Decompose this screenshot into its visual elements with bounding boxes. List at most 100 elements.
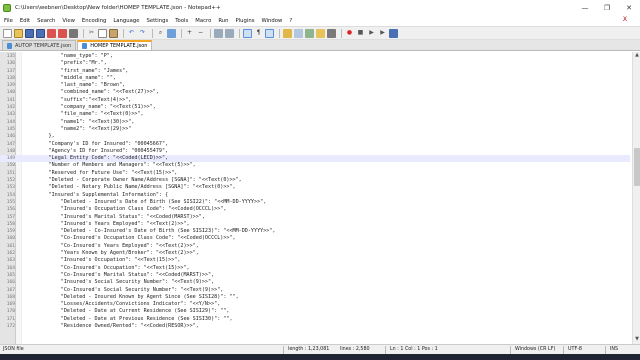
code-text[interactable]: "prefix":"Mr.", — [24, 60, 107, 67]
code-text[interactable]: "Deleted - Corporate Owner Name/Address … — [24, 177, 242, 184]
code-line[interactable]: 144 "name1": "<<Text(30)>>", — [0, 119, 630, 126]
code-line[interactable]: 147 "Company's ID for Insured": "0004566… — [0, 141, 630, 148]
code-line[interactable]: 150 "Number of Members and Managers": "<… — [0, 162, 630, 169]
zoom-out-icon[interactable]: − — [196, 29, 205, 38]
code-line[interactable]: 167 "Co-Insured's Social Security Number… — [0, 287, 630, 294]
code-line[interactable]: 168 "Deleted - Insured Known by Agent Si… — [0, 294, 630, 301]
lang-icon[interactable] — [283, 28, 292, 38]
sync-v-icon[interactable] — [214, 28, 223, 38]
code-text[interactable]: "Deleted - Co-Insured's Date of Birth (S… — [24, 228, 276, 235]
play-icon[interactable]: ▶ — [367, 29, 376, 38]
code-line[interactable]: 171 "Deleted - Date at Previous Residenc… — [0, 316, 630, 323]
code-line[interactable]: 146 }, — [0, 133, 630, 140]
code-line[interactable]: 169 "Losses/Accidents/Convictions Indica… — [0, 301, 630, 308]
code-text[interactable]: "last_name": "Brown", — [24, 82, 125, 89]
code-line[interactable]: 172 "Residence Owned/Rented": "<<Coded(R… — [0, 323, 630, 330]
find-icon[interactable]: ⌕ — [156, 29, 165, 38]
code-text[interactable]: "Agency's ID for Insured": "000455479", — [24, 148, 169, 155]
code-line[interactable]: 155 "Deleted - Insured's Date of Birth (… — [0, 199, 630, 206]
code-line[interactable]: 170 "Deleted - Date at Current Residence… — [0, 308, 630, 315]
replace-icon[interactable] — [167, 28, 176, 38]
all-chars-icon[interactable]: ¶ — [254, 29, 263, 38]
undo-icon[interactable]: ↶ — [127, 29, 136, 38]
code-text[interactable]: "Company's ID for Insured": "00045667", — [24, 141, 169, 148]
code-line[interactable]: 142 "company_name": "<<Text(51)>>", — [0, 104, 630, 111]
menu-search[interactable]: Search — [37, 18, 55, 24]
code-text[interactable]: "Deleted - Date at Current Residence (Se… — [24, 308, 230, 315]
code-text[interactable]: "Legal Entity Code": "<<Coded(LECD)>>", — [24, 155, 169, 162]
code-text[interactable]: }, — [24, 133, 55, 140]
redo-icon[interactable]: ↷ — [138, 29, 147, 38]
code-line[interactable]: 166 "Insured's Social Security Number": … — [0, 279, 630, 286]
code-text[interactable]: "Insured's Occupation Class Code": "<<Co… — [24, 206, 227, 213]
code-text[interactable]: "Number of Members and Managers": "<<Tex… — [24, 162, 196, 169]
code-line[interactable]: 164 "Co-Insured's Occupation": "<<Text(1… — [0, 265, 630, 272]
tab-homep-template[interactable]: HOMEP TEMPLATE.json — [77, 40, 153, 50]
code-line[interactable]: 163 "Insured's Occupation": "<<Text(15)>… — [0, 257, 630, 264]
menu-run[interactable]: Run — [218, 18, 228, 24]
code-text[interactable]: "Co-Insured's Occupation Class Code": "<… — [24, 235, 236, 242]
code-text[interactable]: "Co-Insured's Social Security Number": "… — [24, 287, 224, 294]
copy-icon[interactable] — [98, 28, 107, 38]
code-line[interactable]: 152 "Deleted - Corporate Owner Name/Addr… — [0, 177, 630, 184]
close-icon[interactable] — [47, 28, 56, 38]
code-text[interactable]: "Deleted - Notary Public Name/Address [S… — [24, 184, 236, 191]
maximize-button[interactable]: ❐ — [596, 0, 618, 15]
indent-guide-icon[interactable] — [265, 28, 274, 38]
code-line[interactable]: 140 "combined_name": "<<Text(27)>>", — [0, 89, 630, 96]
print-icon[interactable] — [69, 28, 78, 38]
editor-pane[interactable]: 135 "name_type": "P", 136 "prefix":"Mr.",… — [0, 52, 640, 344]
close-window-button[interactable]: ✕ — [618, 0, 640, 15]
save-all-icon[interactable] — [36, 28, 45, 38]
code-line[interactable]: 143 "file_name": "<<Text(0)>>", — [0, 111, 630, 118]
menu-settings[interactable]: Settings — [146, 18, 168, 24]
close-doc-button[interactable]: X — [623, 16, 627, 23]
monitor-icon[interactable] — [327, 28, 336, 38]
code-text[interactable]: "Insured's Marital Status": "<<Coded(MAR… — [24, 214, 205, 221]
code-text[interactable]: "Reserved for Future Use": "<<Text(15)>>… — [24, 170, 178, 177]
code-text[interactable]: "Insured's Supplemental Information": { — [24, 192, 169, 199]
menu-file[interactable]: File — [4, 18, 13, 24]
record-icon[interactable]: ● — [345, 29, 354, 38]
code-text[interactable]: "Co-Insured's Occupation": "<<Text(15)>>… — [24, 265, 190, 272]
code-text[interactable]: "Years Known by Agent/Broker": "<<Text(2… — [24, 250, 199, 257]
doc-map-icon[interactable] — [294, 28, 303, 38]
word-wrap-icon[interactable] — [243, 28, 252, 38]
vertical-scrollbar[interactable]: ▲ ▼ — [632, 52, 640, 344]
menu-window[interactable]: Window — [261, 18, 282, 24]
code-line[interactable]: 149 "Legal Entity Code": "<<Coded(LECD)>… — [0, 155, 630, 163]
menu-tools[interactable]: Tools — [175, 18, 188, 24]
scroll-down-arrow-icon[interactable]: ▼ — [633, 336, 640, 344]
save-macro-icon[interactable] — [389, 28, 398, 38]
folder-workspace-icon[interactable] — [316, 28, 325, 38]
menu-edit[interactable]: Edit — [20, 18, 30, 24]
code-line[interactable]: 157 "Insured's Marital Status": "<<Coded… — [0, 214, 630, 221]
scroll-thumb[interactable] — [634, 148, 640, 186]
code-text[interactable]: "Losses/Accidents/Convictions Indicator"… — [24, 301, 220, 308]
code-line[interactable]: 160 "Co-Insured's Occupation Class Code"… — [0, 235, 630, 242]
save-icon[interactable] — [25, 28, 34, 38]
code-line[interactable]: 135 "name_type": "P", — [0, 53, 630, 60]
menu-macro[interactable]: Macro — [195, 18, 211, 24]
menu-language[interactable]: Language — [113, 18, 139, 24]
zoom-in-icon[interactable]: + — [185, 29, 194, 38]
menu-help[interactable]: ? — [289, 18, 292, 24]
code-line[interactable]: 141 "suffix":"<<Text(4)>>", — [0, 97, 630, 104]
code-text[interactable]: "suffix":"<<Text(4)>>", — [24, 97, 132, 104]
sync-h-icon[interactable] — [225, 28, 234, 38]
code-line[interactable]: 162 "Years Known by Agent/Broker": "<<Te… — [0, 250, 630, 257]
play-multi-icon[interactable]: ▶ — [378, 29, 387, 38]
code-text[interactable]: "Deleted - Date at Previous Residence (S… — [24, 316, 233, 323]
code-text[interactable]: "Deleted - Insured's Date of Birth (See … — [24, 199, 266, 206]
code-text[interactable]: "middle_name": "", — [24, 75, 116, 82]
code-line[interactable]: 137 "first_name": "James", — [0, 68, 630, 75]
func-list-icon[interactable] — [305, 28, 314, 38]
code-line[interactable]: 145 "name2": "<<Text(29)>>" — [0, 126, 630, 133]
code-text[interactable]: "Insured's Occupation": "<<Text(15)>>", — [24, 257, 181, 264]
code-text[interactable]: "first_name": "James", — [24, 68, 128, 75]
stop-icon[interactable]: ■ — [356, 29, 365, 38]
code-text[interactable]: "Deleted - Insured Known by Agent Since … — [24, 294, 239, 301]
code-line[interactable]: 154 "Insured's Supplemental Information"… — [0, 192, 630, 199]
code-line[interactable]: 139 "last_name": "Brown", — [0, 82, 630, 89]
open-file-icon[interactable] — [14, 28, 23, 38]
